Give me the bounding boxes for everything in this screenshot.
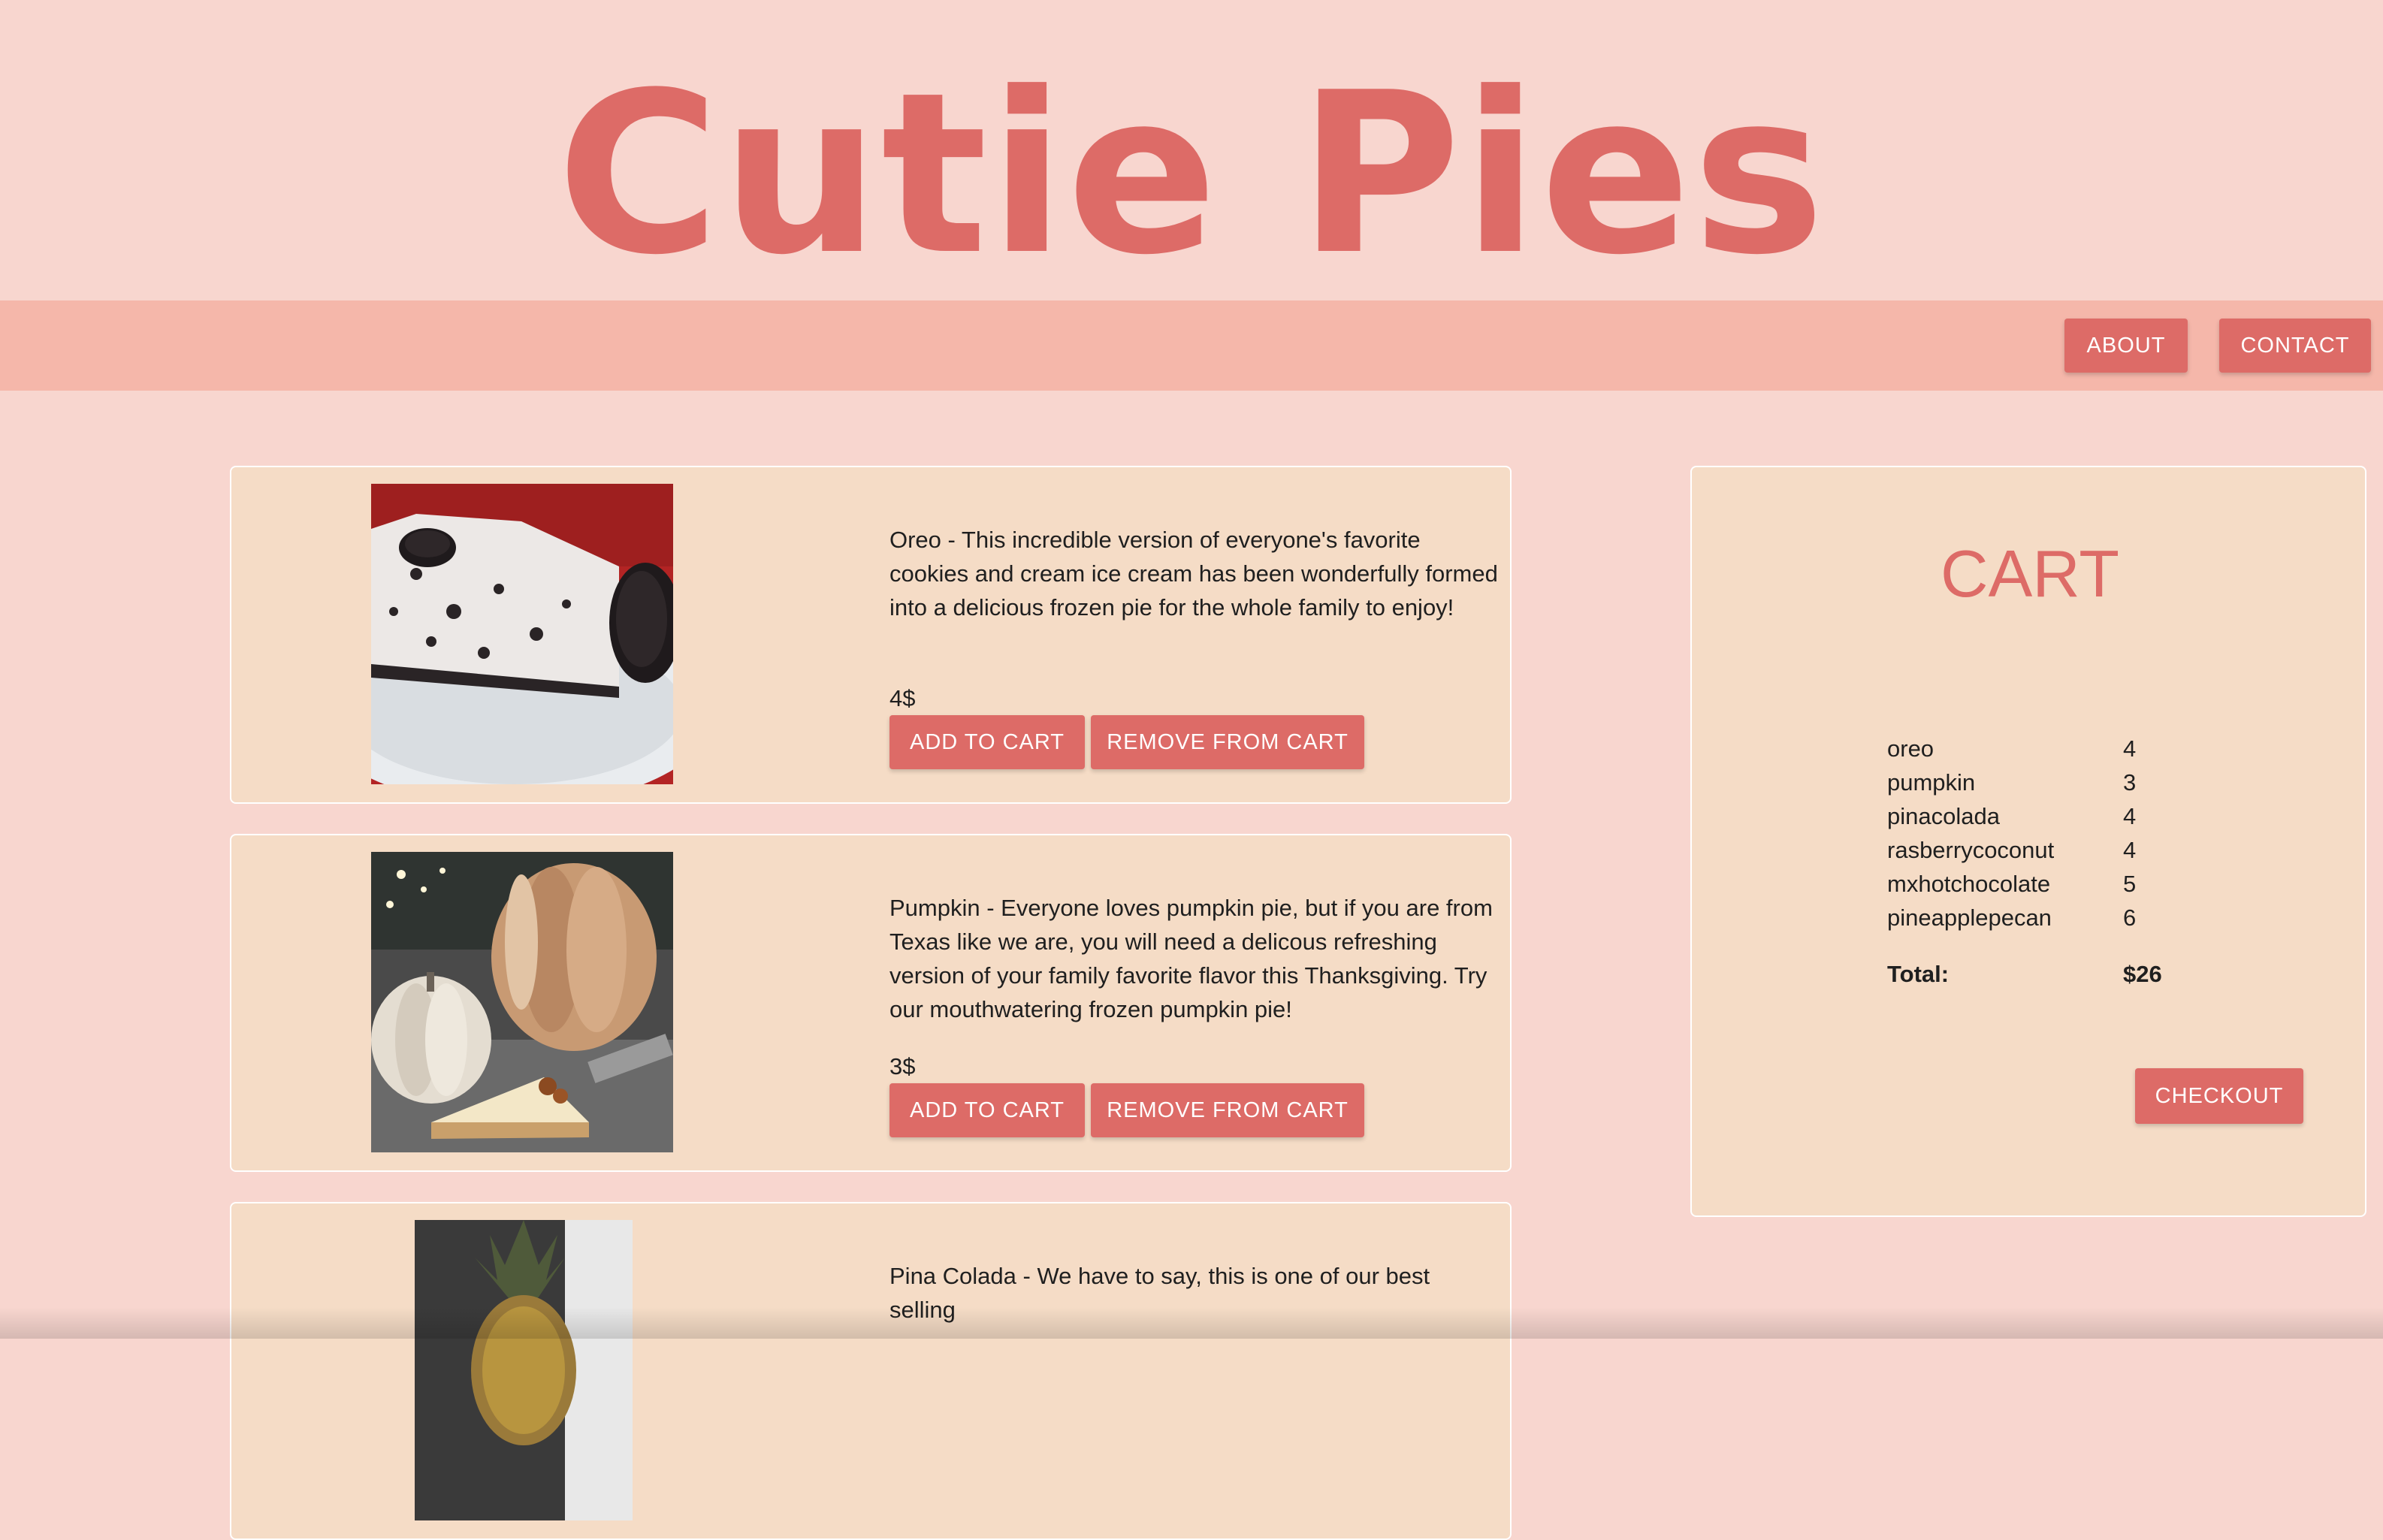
cart-item-name: pineapplepecan: [1887, 904, 2052, 931]
cart-item-name: oreo: [1887, 735, 1934, 762]
pinacolada-pie-image: [415, 1220, 633, 1520]
cart-item-qty: 3: [2123, 769, 2137, 796]
product-description: Pumpkin - Everyone loves pumpkin pie, bu…: [889, 895, 1493, 1022]
cart-item-name: pinacolada: [1887, 803, 2000, 829]
remove-from-cart-button[interactable]: REMOVE FROM CART: [1091, 715, 1364, 769]
cart-item: pinacolada 4: [1887, 799, 2233, 833]
cart-item: oreo 4: [1887, 732, 2233, 765]
cart-item: pineapplepecan 6: [1887, 901, 2233, 935]
cart-item: pumpkin 3: [1887, 765, 2233, 799]
about-button[interactable]: ABOUT: [2064, 319, 2188, 373]
cart-item-qty: 4: [2123, 803, 2137, 829]
remove-from-cart-button[interactable]: REMOVE FROM CART: [1091, 1083, 1364, 1137]
oreo-pie-image: [371, 484, 673, 784]
product-card-oreo: Oreo - This incredible version of everyo…: [230, 466, 1512, 804]
cart-item-qty: 4: [2123, 837, 2137, 863]
cart-item-qty: 5: [2123, 871, 2137, 897]
cart-item-name: mxhotchocolate: [1887, 871, 2051, 897]
pumpkin-pie-image: [371, 852, 673, 1152]
cart-item-qty: 6: [2123, 904, 2137, 931]
cart-item-name: rasberrycoconut: [1887, 837, 2055, 863]
cart-title: CART: [1941, 536, 2119, 611]
product-card-pumpkin: Pumpkin - Everyone loves pumpkin pie, bu…: [230, 834, 1512, 1172]
add-to-cart-button[interactable]: ADD TO CART: [889, 1083, 1085, 1137]
product-price: 3$: [889, 1053, 916, 1080]
cart-total: Total: $26: [1887, 957, 2233, 991]
add-to-cart-button[interactable]: ADD TO CART: [889, 715, 1085, 769]
product-description: Oreo - This incredible version of everyo…: [889, 527, 1498, 621]
site-title: Cutie Pies: [556, 44, 1827, 303]
product-card-pinacolada: Pina Colada - We have to say, this is on…: [230, 1202, 1512, 1540]
cart-item: rasberrycoconut 4: [1887, 833, 2233, 867]
navbar: ABOUT CONTACT: [0, 300, 2383, 391]
contact-button[interactable]: CONTACT: [2219, 319, 2371, 373]
cart-item-qty: 4: [2123, 735, 2137, 762]
cart-total-label: Total:: [1887, 961, 1950, 987]
cart-item-name: pumpkin: [1887, 769, 1976, 796]
cart-item: mxhotchocolate 5: [1887, 867, 2233, 901]
checkout-button[interactable]: CHECKOUT: [2135, 1068, 2303, 1124]
product-price: 4$: [889, 685, 916, 711]
cart-panel: CART oreo 4 pumpkin 3 pinacolada 4 rasbe…: [1690, 466, 2366, 1217]
cart-total-value: $26: [2123, 961, 2162, 987]
product-description: Pina Colada - We have to say, this is on…: [889, 1263, 1430, 1323]
